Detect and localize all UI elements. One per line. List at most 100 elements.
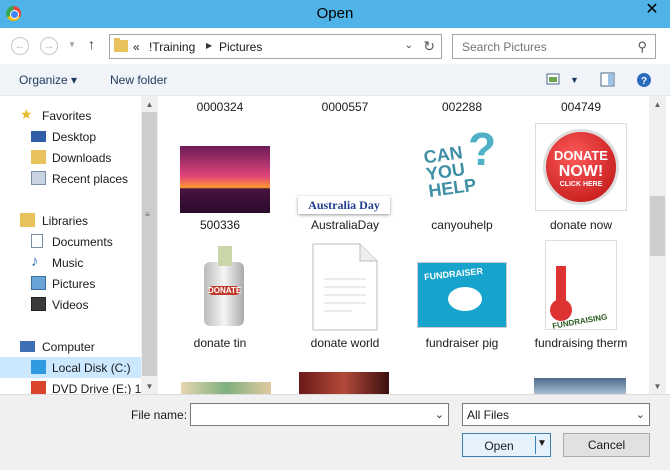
recent-locations-icon[interactable]: ▼ — [68, 40, 76, 49]
thermometer-icon — [556, 245, 566, 305]
scroll-up-icon[interactable]: ▲ — [141, 100, 158, 109]
file-type-value: All Files — [467, 408, 510, 422]
star-icon: ★ — [20, 106, 33, 122]
tin-can: DONATE — [204, 262, 244, 326]
cancel-button[interactable]: Cancel — [563, 433, 650, 457]
computer-icon — [20, 341, 35, 352]
chevron-down-icon[interactable]: ⌄ — [405, 40, 413, 51]
music-icon: ♪ — [31, 253, 39, 270]
breadcrumb-separator-icon[interactable]: ▶ — [206, 41, 212, 50]
title-bar: Open ✕ — [0, 0, 670, 28]
divider — [535, 436, 536, 454]
breadcrumb-overflow[interactable]: « — [133, 40, 140, 54]
up-arrow-icon[interactable]: ↑ — [88, 36, 95, 52]
scroll-up-icon[interactable]: ▲ — [649, 100, 666, 109]
graphic-word: DONATE — [554, 148, 608, 163]
nav-documents[interactable]: Documents — [0, 231, 141, 252]
content-scrollbar[interactable]: ▲ ▼ — [649, 96, 666, 394]
thumbnail[interactable] — [299, 372, 389, 394]
file-label: 002288 — [441, 100, 483, 114]
banknote — [218, 246, 232, 266]
nav-recent-places[interactable]: Recent places — [0, 168, 141, 189]
window-title: Open — [316, 5, 354, 22]
search-input[interactable] — [453, 35, 633, 58]
file-label: AustraliaDay — [310, 218, 380, 232]
address-bar[interactable]: « !Training ▶ Pictures ⌄ ↻ — [109, 34, 442, 59]
breadcrumb-pictures[interactable]: Pictures — [219, 40, 262, 54]
recent-places-icon — [31, 171, 46, 185]
thermometer-bulb — [550, 299, 572, 321]
refresh-icon[interactable]: ↻ — [423, 38, 435, 55]
nav-downloads[interactable]: Downloads — [0, 147, 141, 168]
file-label: 500336 — [199, 218, 241, 232]
open-options-icon[interactable]: ▼ — [537, 438, 547, 449]
nav-desktop[interactable]: Desktop — [0, 126, 141, 147]
file-name-combobox[interactable]: ⌄ — [190, 403, 449, 426]
nav-music[interactable]: ♪ Music — [0, 252, 141, 273]
fundraising-thermometer-graphic: FUNDRAISING — [545, 240, 617, 331]
nav-label: Downloads — [52, 151, 112, 165]
thumbnail[interactable] — [534, 378, 626, 394]
dvd-drive-icon — [31, 381, 46, 394]
nav-computer[interactable]: Computer — [0, 336, 141, 357]
can-you-help-graphic: CAN YOU HELP ? — [416, 123, 508, 212]
graphic-word: DONATE — [208, 286, 242, 295]
nav-videos[interactable]: Videos — [0, 294, 141, 315]
nav-label: Videos — [52, 298, 89, 312]
graphic-word: NOW! — [558, 163, 604, 180]
open-button-label: Open — [484, 439, 514, 453]
navigation-scrollbar[interactable]: ▲ ≡ ▼ — [141, 96, 158, 394]
nav-label: Local Disk (C:) — [52, 361, 131, 375]
forward-arrow-icon[interactable]: → — [40, 37, 58, 55]
svg-text:?: ? — [641, 76, 647, 87]
file-list: 0000324 0000557 002288 004749 500336 Aus… — [158, 96, 649, 394]
nav-favorites[interactable]: ★ Favorites — [0, 105, 141, 126]
donate-now-graphic: DONATE NOW! CLICK HERE — [535, 123, 627, 211]
graphic-word: HELP — [427, 174, 478, 202]
nav-pictures[interactable]: Pictures — [0, 273, 141, 294]
donate-button-graphic: DONATE NOW! CLICK HERE — [543, 129, 619, 205]
desktop-icon — [31, 131, 46, 142]
scroll-down-icon[interactable]: ▼ — [649, 382, 666, 391]
breadcrumb-training[interactable]: !Training — [149, 40, 195, 54]
file-name-input[interactable] — [193, 405, 427, 424]
fundraiser-pig-graphic: FUNDRAISER — [417, 262, 507, 328]
nav-dvd-drive[interactable]: DVD Drive (E:) 15 — [0, 378, 141, 394]
grip-icon: ≡ — [145, 210, 150, 219]
search-box[interactable]: ⚲ — [452, 34, 656, 59]
address-row: ← → ▼ ↑ « !Training ▶ Pictures ⌄ ↻ ⚲ — [0, 28, 670, 64]
nav-label: DVD Drive (E:) 15 — [52, 382, 141, 394]
file-label: donate tin — [193, 336, 247, 350]
file-label: fundraising therm — [534, 336, 628, 350]
local-disk-icon — [31, 360, 46, 374]
thumbnail[interactable] — [181, 382, 271, 394]
chevron-down-icon[interactable]: ⌄ — [435, 408, 444, 421]
organize-button[interactable]: Organize ▾ — [19, 73, 77, 87]
open-button[interactable]: Open ▼ — [462, 433, 551, 457]
scrollbar-thumb[interactable] — [650, 196, 665, 256]
close-icon[interactable]: ✕ — [634, 0, 670, 21]
scroll-down-icon[interactable]: ▼ — [141, 382, 158, 391]
help-icon[interactable]: ? — [636, 72, 652, 88]
file-type-select[interactable]: All Files ⌄ — [462, 403, 650, 426]
documents-icon — [31, 234, 43, 248]
new-folder-button[interactable]: New folder — [110, 73, 167, 87]
chevron-down-icon[interactable]: ⌄ — [636, 408, 645, 421]
nav-libraries[interactable]: Libraries — [0, 210, 141, 231]
videos-icon — [31, 297, 46, 311]
graphic-word: CLICK HERE — [559, 181, 603, 188]
scrollbar-thumb[interactable] — [142, 112, 157, 376]
view-options-chevron-icon[interactable]: ▼ — [570, 75, 579, 85]
file-label: donate now — [549, 218, 613, 232]
file-label: canyouhelp — [431, 218, 493, 232]
graphic-word: FUNDRAISER — [423, 265, 484, 283]
search-icon[interactable]: ⚲ — [637, 39, 647, 55]
nav-local-disk[interactable]: Local Disk (C:) — [0, 357, 141, 378]
change-view-icon[interactable] — [546, 72, 560, 88]
file-label: 0000557 — [321, 100, 369, 114]
preview-pane-icon[interactable] — [600, 72, 615, 88]
back-arrow-icon[interactable]: ← — [11, 37, 29, 55]
australia-day-banner: Australia Day — [298, 196, 390, 214]
navigation-pane: ★ Favorites Desktop Downloads Recent pla… — [0, 96, 141, 394]
sunset-image — [180, 146, 270, 213]
